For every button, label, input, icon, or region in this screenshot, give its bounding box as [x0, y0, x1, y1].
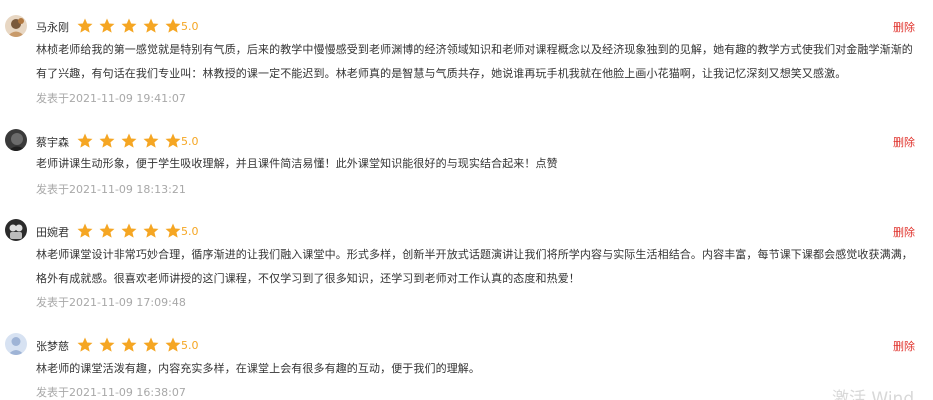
comment-time: 发表于2021-11-09 19:41:07: [36, 92, 186, 105]
star-icon: [142, 132, 160, 150]
rating-score: 5.0: [181, 135, 199, 148]
comment-text: 林桢老师给我的第一感觉就是特别有气质，后来的教学中慢慢感受到老师渊博的经济领域知…: [36, 43, 913, 80]
rating-stars: [76, 132, 182, 150]
star-icon: [164, 222, 182, 240]
star-icon: [98, 132, 116, 150]
rating-score: 5.0: [181, 20, 199, 33]
star-icon: [164, 17, 182, 35]
comment-time: 发表于2021-11-09 18:13:21: [36, 183, 186, 196]
user-avatar-icon: [5, 333, 27, 355]
rating-score: 5.0: [181, 225, 199, 238]
user-name: 蔡宇森: [36, 136, 69, 149]
star-icon: [76, 132, 94, 150]
star-icon: [142, 336, 160, 354]
rating-stars: [76, 222, 182, 240]
user-name: 张梦慈: [36, 340, 69, 353]
star-icon: [76, 336, 94, 354]
activation-watermark: 激活 Wind: [832, 389, 915, 400]
avatar[interactable]: [5, 219, 27, 241]
comment-list: 马永刚 5.0 删除 林桢老师给我的第一感觉就是特别有气质，后来的教学中慢慢感受…: [0, 0, 933, 400]
comment-time: 发表于2021-11-09 16:38:07: [36, 386, 186, 399]
comment-text: 林老师的课堂活泼有趣，内容充实多样，在课堂上会有很多有趣的互动，便于我们的理解。: [36, 362, 480, 375]
star-icon: [120, 132, 138, 150]
star-icon: [98, 336, 116, 354]
star-icon: [98, 222, 116, 240]
star-icon: [76, 222, 94, 240]
user-name: 马永刚: [36, 21, 69, 34]
star-icon: [76, 17, 94, 35]
avatar[interactable]: [5, 129, 27, 151]
star-icon: [164, 132, 182, 150]
delete-button[interactable]: 删除: [893, 224, 915, 240]
star-icon: [120, 17, 138, 35]
delete-button[interactable]: 删除: [893, 338, 915, 354]
user-avatar-icon: [5, 15, 27, 37]
star-icon: [120, 336, 138, 354]
comment-text: 林老师课堂设计非常巧妙合理，循序渐进的让我们融入课堂中。形式多样，创新半开放式话…: [36, 248, 913, 285]
user-avatar-icon: [5, 219, 27, 241]
user-avatar-icon: [5, 129, 27, 151]
star-icon: [120, 222, 138, 240]
comment-time: 发表于2021-11-09 17:09:48: [36, 296, 186, 309]
avatar[interactable]: [5, 333, 27, 355]
star-icon: [142, 17, 160, 35]
star-icon: [164, 336, 182, 354]
comment-text: 老师讲课生动形象，便于学生吸收理解，并且课件简洁易懂！此外课堂知识能很好的与现实…: [36, 157, 558, 170]
rating-stars: [76, 336, 182, 354]
user-name: 田婉君: [36, 226, 69, 239]
rating-score: 5.0: [181, 339, 199, 352]
delete-button[interactable]: 删除: [893, 19, 915, 35]
rating-stars: [76, 17, 182, 35]
star-icon: [98, 17, 116, 35]
delete-button[interactable]: 删除: [893, 134, 915, 150]
star-icon: [142, 222, 160, 240]
avatar[interactable]: [5, 15, 27, 37]
